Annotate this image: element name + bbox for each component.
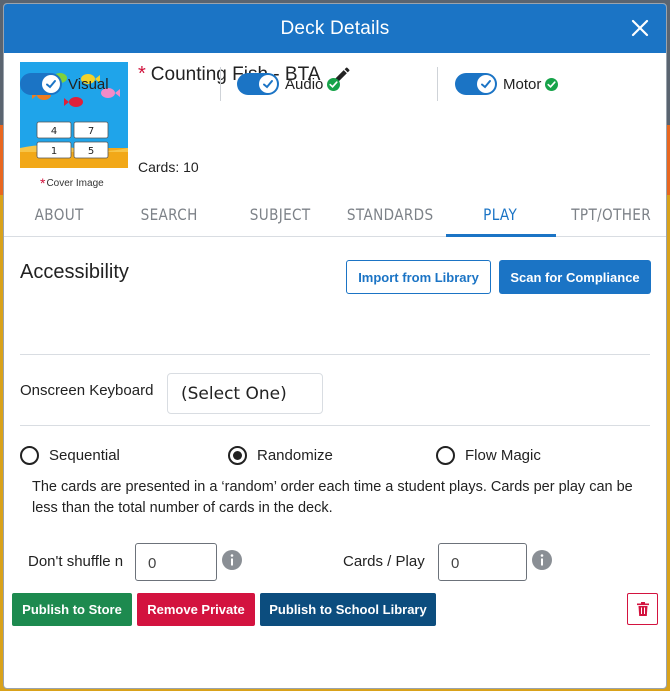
cover-caption-text: Cover Image xyxy=(46,178,104,189)
dont-shuffle-label: Don't shuffle n xyxy=(28,553,124,570)
tab-tpt-other[interactable]: TPT/OTHER xyxy=(564,191,658,236)
radio-label: Flow Magic xyxy=(465,447,541,464)
compliant-check-icon xyxy=(545,77,559,91)
info-icon[interactable] xyxy=(532,550,552,570)
import-from-library-button[interactable]: Import from Library xyxy=(346,260,491,294)
accessibility-toggles: Visual Audio Motor xyxy=(4,64,666,104)
divider xyxy=(220,67,221,101)
dont-shuffle-input[interactable]: 0 xyxy=(135,543,217,581)
trash-icon xyxy=(636,602,649,616)
visual-toggle[interactable] xyxy=(20,73,62,95)
scan-for-compliance-button[interactable]: Scan for Compliance xyxy=(499,260,651,294)
motor-label: Motor xyxy=(503,75,542,93)
compliant-check-icon xyxy=(327,77,341,91)
radio-label: Randomize xyxy=(257,447,333,464)
modal-title: Deck Details xyxy=(280,17,390,39)
check-icon xyxy=(46,80,56,89)
publish-to-store-button[interactable]: Publish to Store xyxy=(12,593,132,626)
divider xyxy=(20,425,650,426)
tab-subject[interactable]: SUBJECT xyxy=(233,191,327,236)
order-description: The cards are presented in a ‘random’ or… xyxy=(32,479,633,516)
onscreen-keyboard-label: Onscreen Keyboard xyxy=(20,382,154,399)
svg-text:5: 5 xyxy=(88,146,94,157)
close-icon xyxy=(631,19,649,37)
accessibility-header: Accessibility Import from Library Scan f… xyxy=(4,239,666,294)
tab-bar: ABOUT SEARCH SUBJECT STANDARDS PLAY TPT/… xyxy=(4,191,666,237)
toggle-group-visual: Visual xyxy=(20,64,109,104)
active-tab-indicator xyxy=(446,234,556,237)
tab-standards[interactable]: STANDARDS xyxy=(343,191,437,236)
publish-to-school-library-button[interactable]: Publish to School Library xyxy=(260,593,436,626)
divider xyxy=(437,67,438,101)
svg-text:7: 7 xyxy=(88,126,94,137)
accessibility-title: Accessibility xyxy=(20,261,129,283)
check-icon xyxy=(263,80,273,89)
tab-play[interactable]: PLAY xyxy=(454,191,548,236)
check-icon xyxy=(481,80,491,89)
delete-button[interactable] xyxy=(627,593,658,625)
cards-per-play-label: Cards / Play xyxy=(343,553,425,570)
deck-details-modal: Deck Details 4 7 1 5 *Cover Image * Coun… xyxy=(3,3,667,689)
cards-count: Cards: 10 xyxy=(138,159,199,175)
motor-toggle[interactable] xyxy=(455,73,497,95)
close-button[interactable] xyxy=(628,16,652,40)
tab-search[interactable]: SEARCH xyxy=(123,191,217,236)
remove-private-button[interactable]: Remove Private xyxy=(137,593,255,626)
required-mark: * xyxy=(40,175,46,191)
svg-text:4: 4 xyxy=(51,126,57,137)
toggle-group-audio: Audio xyxy=(237,64,341,104)
radio-label: Sequential xyxy=(49,447,120,464)
audio-label: Audio xyxy=(285,75,324,93)
divider xyxy=(20,354,650,355)
svg-text:1: 1 xyxy=(51,146,57,157)
cards-per-play-input[interactable]: 0 xyxy=(438,543,527,581)
modal-header: Deck Details xyxy=(4,4,666,53)
radio-flow-magic[interactable]: Flow Magic xyxy=(436,446,541,465)
radio-button[interactable] xyxy=(228,446,247,465)
cover-caption: *Cover Image xyxy=(40,173,104,191)
toggle-group-motor: Motor xyxy=(455,64,559,104)
onscreen-keyboard-select[interactable]: (Select One) xyxy=(167,373,323,414)
radio-button[interactable] xyxy=(436,446,455,465)
info-icon[interactable] xyxy=(222,550,242,570)
radio-sequential[interactable]: Sequential xyxy=(20,446,120,465)
audio-toggle[interactable] xyxy=(237,73,279,95)
visual-label: Visual xyxy=(68,75,109,93)
tab-about[interactable]: ABOUT xyxy=(12,191,106,236)
radio-randomize[interactable]: Randomize xyxy=(228,446,333,465)
radio-button[interactable] xyxy=(20,446,39,465)
